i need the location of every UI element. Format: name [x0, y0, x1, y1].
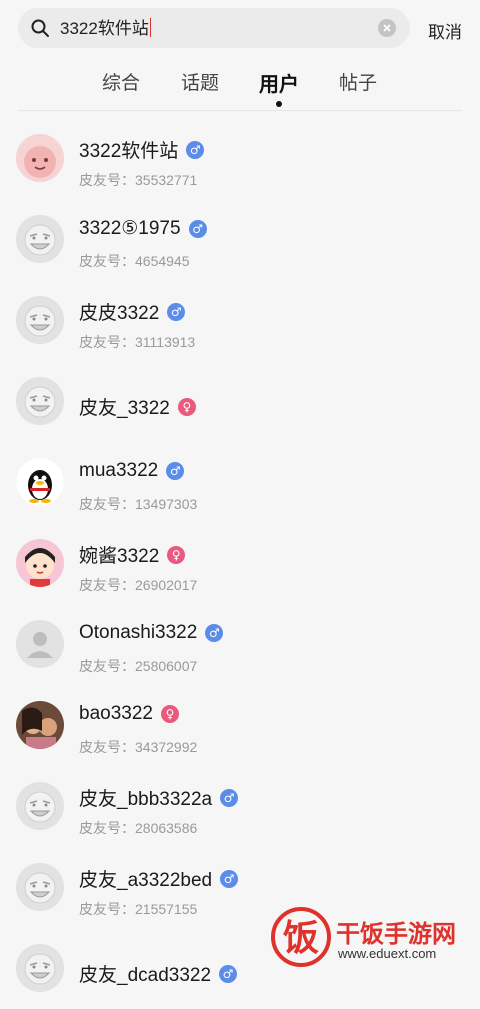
user-row[interactable]: 婉酱3322 ♀ 皮友号：26902017 [0, 523, 480, 604]
male-icon: ♂ [220, 788, 239, 807]
clear-icon[interactable] [378, 19, 396, 37]
search-tabs: 综合 话题 用户 帖子 [0, 62, 480, 108]
tab-posts[interactable]: 帖子 [339, 68, 377, 95]
user-row[interactable]: 3322⑤1975 ♂ 皮友号：4654945 [0, 199, 480, 280]
user-name-line: 皮友_a3322bed ♂ [79, 865, 239, 892]
tab-topics[interactable]: 话题 [181, 68, 219, 95]
user-id: 皮友号：35532771 [79, 172, 198, 188]
avatar[interactable] [16, 863, 64, 911]
active-tab-indicator [276, 101, 282, 107]
search-bar: 3322软件站 取消 [0, 0, 480, 58]
user-row[interactable]: 皮皮3322 ♂ 皮友号：31113913 [0, 280, 480, 361]
search-input[interactable]: 3322软件站 [18, 8, 410, 48]
search-query: 3322软件站 [60, 18, 151, 38]
watermark: 饭 干饭手游网 www.eduext.com [270, 906, 480, 972]
avatar[interactable] [16, 134, 64, 182]
avatar[interactable] [16, 944, 64, 992]
avatar[interactable] [16, 782, 64, 830]
user-name: 皮友_bbb3322a [79, 789, 213, 810]
user-id: 皮友号：31113913 [79, 334, 196, 350]
watermark-logo-icon: 饭 [271, 907, 331, 967]
user-name-line: 3322⑤1975 ♂ [79, 217, 207, 240]
user-id: 皮友号：13497303 [79, 496, 198, 512]
female-icon: ♀ [160, 705, 179, 723]
user-row[interactable]: 皮友_3322 ♀ [0, 361, 480, 442]
user-id: 皮友号：25806007 [79, 658, 198, 674]
male-icon: ♂ [219, 964, 238, 983]
female-icon: ♀ [167, 545, 186, 564]
avatar[interactable] [16, 539, 64, 587]
user-name-line: 皮皮3322 ♂ [79, 298, 186, 325]
svg-text:饭: 饭 [283, 918, 319, 959]
user-id: 皮友号：28063586 [79, 820, 198, 836]
user-name-line: 皮友_bbb3322a ♂ [79, 784, 239, 811]
user-name-line: 皮友_dcad3322 ♂ [79, 960, 238, 987]
user-name: Otonashi3322 [79, 622, 198, 643]
user-name-line: Otonashi3322 ♂ [79, 622, 224, 644]
user-name: bao3322 [79, 703, 153, 724]
user-row[interactable]: 3322软件站 ♂ 皮友号：35532771 [0, 118, 480, 199]
search-icon [31, 19, 49, 37]
divider [18, 110, 462, 111]
watermark-url: www.eduext.com [338, 946, 437, 961]
user-name: 皮友_dcad3322 [79, 965, 212, 986]
male-icon: ♂ [220, 869, 239, 888]
user-id: 皮友号：21557155 [79, 901, 198, 917]
cancel-button[interactable]: 取消 [428, 18, 462, 43]
user-row[interactable]: bao3322 ♀ 皮友号：34372992 [0, 685, 480, 766]
avatar[interactable] [16, 458, 64, 506]
user-id: 皮友号：4654945 [79, 253, 190, 269]
user-row[interactable]: Otonashi3322 ♂ 皮友号：25806007 [0, 604, 480, 685]
male-icon: ♂ [166, 462, 185, 480]
user-name: 皮友_a3322bed [79, 870, 213, 891]
user-row[interactable]: 皮友_bbb3322a ♂ 皮友号：28063586 [0, 766, 480, 847]
user-name-line: mua3322 ♂ [79, 460, 185, 482]
avatar[interactable] [16, 296, 64, 344]
user-id: 皮友号：26902017 [79, 577, 198, 593]
user-id: 皮友号：34372992 [79, 739, 198, 755]
user-name: 皮友_3322 [79, 398, 170, 419]
user-name-line: 3322软件站 ♂ [79, 136, 205, 163]
tab-users[interactable]: 用户 [259, 68, 299, 97]
user-row[interactable]: mua3322 ♂ 皮友号：13497303 [0, 442, 480, 523]
user-name: 皮皮3322 [79, 303, 160, 324]
male-icon: ♂ [167, 302, 186, 321]
user-name: mua3322 [79, 460, 159, 481]
user-name-line: 婉酱3322 ♀ [79, 541, 186, 568]
user-name-line: 皮友_3322 ♀ [79, 393, 196, 420]
female-icon: ♀ [177, 397, 196, 416]
watermark-title: 干饭手游网 [336, 921, 456, 948]
avatar[interactable] [16, 377, 64, 425]
male-icon: ♂ [205, 624, 224, 642]
user-name: 婉酱3322 [79, 546, 160, 567]
user-name: 3322软件站 [79, 141, 179, 162]
user-name: 3322⑤1975 [79, 218, 181, 239]
avatar[interactable] [16, 215, 64, 263]
avatar[interactable] [16, 701, 64, 749]
user-name-line: bao3322 ♀ [79, 703, 179, 725]
male-icon: ♂ [186, 140, 205, 159]
text-caret [149, 18, 151, 37]
tab-all[interactable]: 综合 [102, 68, 140, 95]
male-icon: ♂ [188, 219, 207, 238]
avatar[interactable] [16, 620, 64, 668]
